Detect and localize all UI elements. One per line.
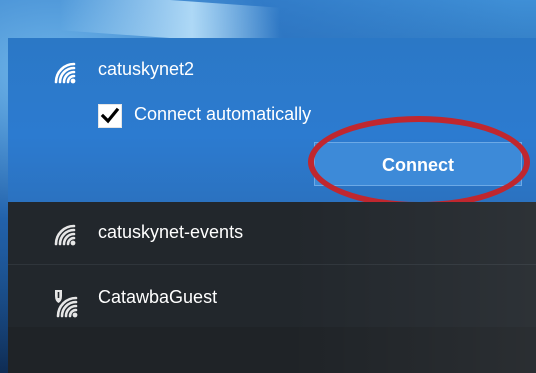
- highlight-annotation-oval: [308, 116, 530, 208]
- wifi-flyout-panel: catuskynet2 Connect automatically Connec…: [8, 38, 536, 373]
- checkmark-icon: [100, 107, 120, 124]
- connect-automatically-label: Connect automatically: [134, 104, 312, 124]
- wifi-signal-icon: [54, 224, 76, 246]
- connect-automatically-checkbox[interactable]: [98, 104, 122, 128]
- network-name: catuskynet2: [98, 59, 195, 79]
- wifi-shield-icon: [55, 290, 78, 318]
- panel-shading: [288, 202, 536, 373]
- network-name: catuskynet-events: [98, 222, 244, 242]
- wifi-signal-icon: [54, 62, 76, 84]
- network-name: CatawbaGuest: [98, 287, 218, 307]
